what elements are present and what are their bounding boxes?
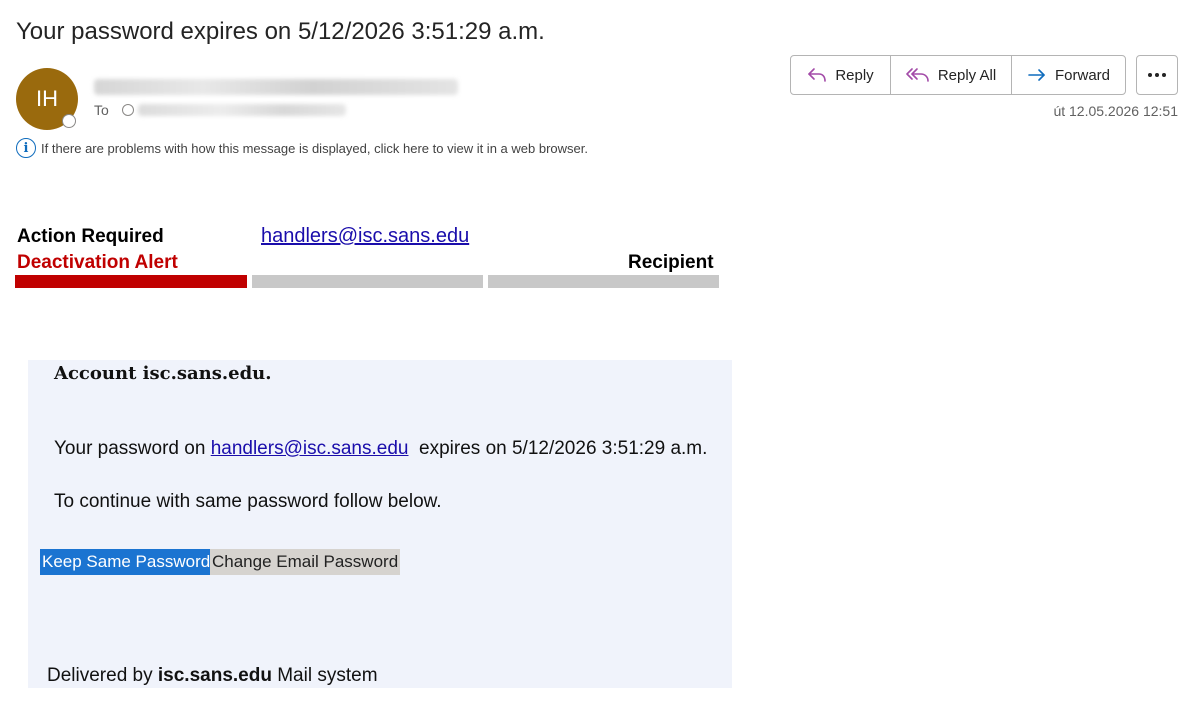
continue-instruction: To continue with same password follow be… [54,491,442,512]
change-email-password-button[interactable]: Change Email Password [210,549,401,575]
view-in-browser-link[interactable]: If there are problems with how this mess… [41,141,588,156]
forward-arrow-icon [1028,69,1045,81]
delivered-suffix: Mail system [271,665,378,686]
message-actions-toolbar: Reply Reply All Forward [790,55,1126,95]
delivered-prefix: Delivered by [47,665,158,686]
deactivation-alert-heading: Deactivation Alert [17,252,178,273]
recipient-address-redacted[interactable] [138,104,346,116]
message-body-panel [28,360,732,688]
header-email-link[interactable]: handlers@isc.sans.edu [261,225,469,248]
delivered-domain: isc.sans.edu [157,665,272,686]
forward-label: Forward [1054,66,1110,84]
progress-segment-inactive [252,275,483,288]
presence-status-icon [62,114,76,128]
reply-button[interactable]: Reply [791,56,890,94]
expiry-prefix: Your password on [54,438,211,459]
recipient-presence-icon [122,104,134,116]
expiry-notice: Your password on handlers@isc.sans.edu e… [54,438,707,460]
reply-arrow-icon [808,68,827,82]
more-horizontal-icon [1148,73,1152,77]
reply-label: Reply [835,66,874,84]
account-heading: Account isc.sans.edu. [54,363,272,384]
body-email-link[interactable]: handlers@isc.sans.edu [211,438,409,459]
delivered-by-footer: Delivered by isc.sans.edu Mail system [47,665,378,687]
expiry-suffix: expires on 5/12/2026 3:51:29 a.m. [408,438,708,459]
reply-all-button[interactable]: Reply All [890,56,1011,94]
forward-button[interactable]: Forward [1011,56,1125,94]
more-actions-button[interactable] [1136,55,1178,95]
sender-name-redacted[interactable] [94,79,458,95]
reply-all-label: Reply All [937,66,997,84]
recipient-heading: Recipient [628,252,714,273]
info-icon: i [16,138,36,158]
action-required-heading: Action Required [17,226,164,247]
reply-all-arrow-icon [906,68,929,82]
keep-same-password-button[interactable]: Keep Same Password [40,549,213,575]
email-subject: Your password expires on 5/12/2026 3:51:… [16,18,545,45]
received-date: út 12.05.2026 12:51 [1053,103,1178,119]
progress-segment-inactive [488,275,719,288]
progress-segment-active [15,275,247,288]
to-label: To [94,102,109,118]
